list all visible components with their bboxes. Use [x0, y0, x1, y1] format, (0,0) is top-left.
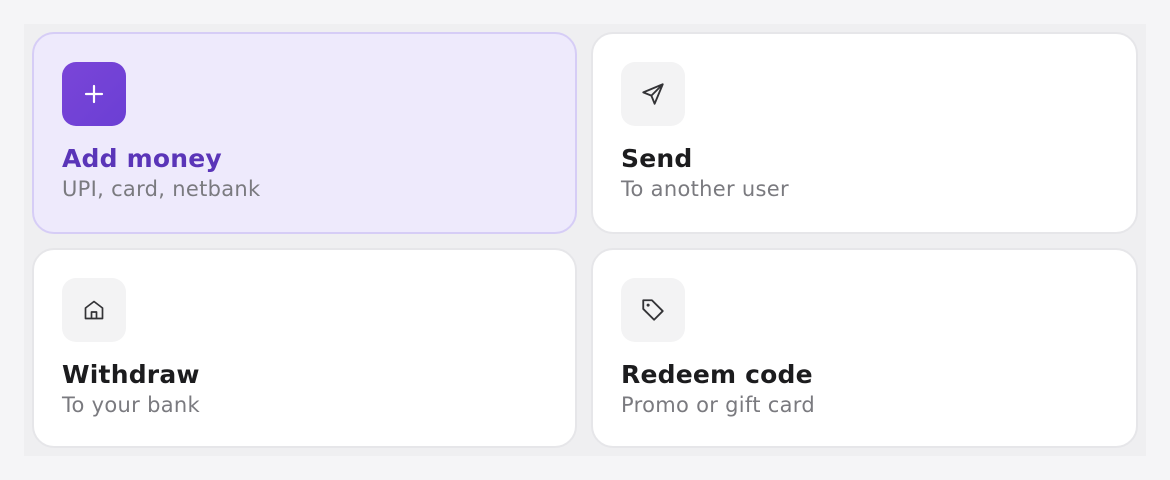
- tag-icon: [642, 299, 664, 321]
- add-money-title: Add money: [62, 144, 222, 173]
- actions-grid: Add money UPI, card, netbank Send To ano…: [32, 32, 1138, 448]
- send-title: Send: [621, 144, 693, 173]
- plus-icon: [84, 84, 104, 104]
- redeem-code-title: Redeem code: [621, 360, 813, 389]
- home-icon: [84, 300, 104, 320]
- send-card[interactable]: Send To another user: [591, 32, 1138, 234]
- send-icon-tile: [621, 62, 685, 126]
- redeem-code-subtitle: Promo or gift card: [621, 393, 815, 417]
- send-icon: [642, 83, 664, 105]
- withdraw-title: Withdraw: [62, 360, 200, 389]
- redeem-icon-tile: [621, 278, 685, 342]
- withdraw-icon-tile: [62, 278, 126, 342]
- redeem-code-card[interactable]: Redeem code Promo or gift card: [591, 248, 1138, 448]
- add-money-icon-tile: [62, 62, 126, 126]
- withdraw-card[interactable]: Withdraw To your bank: [32, 248, 577, 448]
- add-money-subtitle: UPI, card, netbank: [62, 177, 261, 201]
- add-money-card[interactable]: Add money UPI, card, netbank: [32, 32, 577, 234]
- withdraw-subtitle: To your bank: [62, 393, 200, 417]
- actions-panel: Add money UPI, card, netbank Send To ano…: [24, 24, 1146, 456]
- send-subtitle: To another user: [621, 177, 789, 201]
